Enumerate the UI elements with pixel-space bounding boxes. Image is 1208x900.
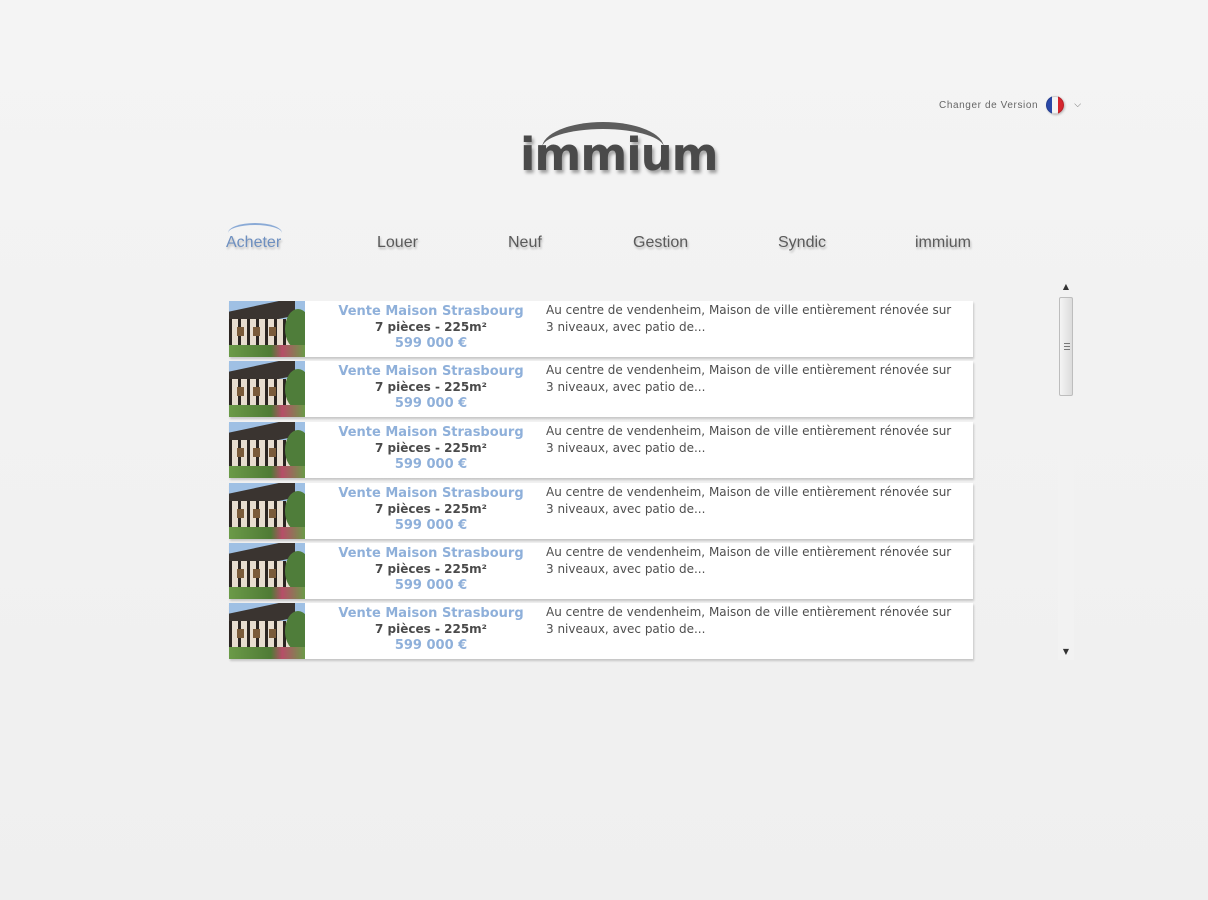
grip-icon [1064,343,1070,350]
nav-item-neuf[interactable]: Neuf [508,234,542,252]
listing-description: Au centre de vendenheim, Maison de ville… [546,545,952,576]
listing-details: 7 pièces - 225m² [375,622,487,636]
main-nav: Acheter Louer Neuf Gestion Syndic immium [0,222,1208,262]
house-photo[interactable] [229,361,305,417]
listing-description: Au centre de vendenheim, Maison de ville… [546,605,952,636]
version-switcher[interactable]: Changer de Version ⌵ [939,96,1081,114]
listing-item[interactable]: Vente Maison Strasbourg 7 pièces - 225m²… [229,543,973,599]
listing-details: 7 pièces - 225m² [375,502,487,516]
listing-title[interactable]: Vente Maison Strasbourg [321,363,541,380]
listing-price: 599 000 € [394,457,468,472]
vertical-scrollbar[interactable]: ▲ ▼ [1058,279,1074,660]
logo-text: immium [520,128,719,181]
active-nav-arc [228,223,282,233]
listing-description: Au centre de vendenheim, Maison de ville… [546,303,952,334]
listing-details: 7 pièces - 225m² [375,562,487,576]
listing-price: 599 000 € [394,336,468,351]
listing-price: 599 000 € [394,578,468,593]
listing-info: Vente Maison Strasbourg 7 pièces - 225m²… [321,424,541,473]
listing-info: Vente Maison Strasbourg 7 pièces - 225m²… [321,303,541,352]
listing-info: Vente Maison Strasbourg 7 pièces - 225m²… [321,485,541,534]
listing-item[interactable]: Vente Maison Strasbourg 7 pièces - 225m²… [229,603,973,659]
immium-logo[interactable]: immium [512,118,719,188]
house-photo[interactable] [229,543,305,599]
listing-item[interactable]: Vente Maison Strasbourg 7 pièces - 225m²… [229,422,973,478]
listing-price: 599 000 € [394,518,468,533]
listing-item[interactable]: Vente Maison Strasbourg 7 pièces - 225m²… [229,483,973,539]
listing-price: 599 000 € [394,396,468,411]
listing-details: 7 pièces - 225m² [375,380,487,394]
scroll-up-icon[interactable]: ▲ [1058,279,1074,295]
nav-item-acheter[interactable]: Acheter [226,234,281,252]
listings-panel: Vente Maison Strasbourg 7 pièces - 225m²… [224,279,1074,660]
nav-item-gestion[interactable]: Gestion [633,234,688,252]
listing-info: Vente Maison Strasbourg 7 pièces - 225m²… [321,363,541,412]
nav-item-louer[interactable]: Louer [377,234,418,252]
listing-item[interactable]: Vente Maison Strasbourg 7 pièces - 225m²… [229,301,973,357]
listing-title[interactable]: Vente Maison Strasbourg [321,545,541,562]
listing-description: Au centre de vendenheim, Maison de ville… [546,485,952,516]
listing-title[interactable]: Vente Maison Strasbourg [321,605,541,622]
french-flag-icon [1046,96,1065,114]
listing-title[interactable]: Vente Maison Strasbourg [321,485,541,502]
listing-description: Au centre de vendenheim, Maison de ville… [546,424,952,455]
chevron-down-icon[interactable]: ⌵ [1074,100,1081,110]
listing-title[interactable]: Vente Maison Strasbourg [321,303,541,320]
listing-info: Vente Maison Strasbourg 7 pièces - 225m²… [321,605,541,654]
scroll-thumb[interactable] [1059,297,1073,396]
listing-price: 599 000 € [394,638,468,653]
house-photo[interactable] [229,483,305,539]
listing-item[interactable]: Vente Maison Strasbourg 7 pièces - 225m²… [229,361,973,417]
scroll-down-icon[interactable]: ▼ [1058,644,1074,660]
nav-item-immium[interactable]: immium [915,234,971,252]
listing-info: Vente Maison Strasbourg 7 pièces - 225m²… [321,545,541,594]
house-photo[interactable] [229,603,305,659]
version-label: Changer de Version [939,99,1039,111]
house-photo[interactable] [229,422,305,478]
listing-list: Vente Maison Strasbourg 7 pièces - 225m²… [224,301,976,663]
listing-details: 7 pièces - 225m² [375,320,487,334]
listing-description: Au centre de vendenheim, Maison de ville… [546,363,952,394]
listing-details: 7 pièces - 225m² [375,441,487,455]
listing-title[interactable]: Vente Maison Strasbourg [321,424,541,441]
nav-item-syndic[interactable]: Syndic [778,234,826,252]
house-photo[interactable] [229,301,305,357]
